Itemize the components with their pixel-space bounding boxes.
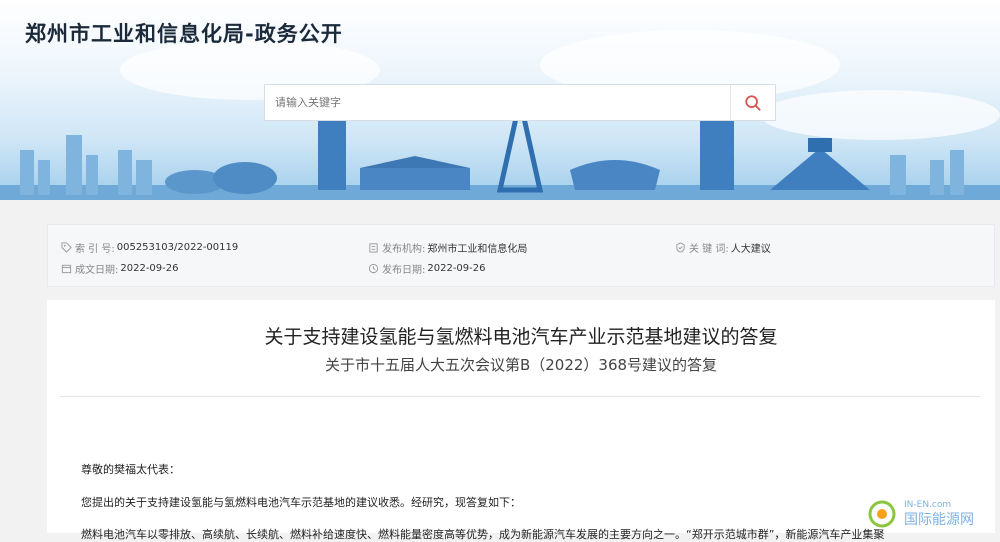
info-index-label: 索 引 号:	[75, 244, 115, 255]
article-content: 关于支持建设氢能与氢燃料电池汽车产业示范基地建议的答复 关于市十五届人大五次会议…	[47, 300, 995, 541]
info-published-date: 发布日期: 2022-09-26	[368, 261, 486, 276]
info-created-value: 2022-09-26	[120, 263, 179, 274]
watermark-domain: IN-EN.com	[904, 500, 951, 510]
search-input[interactable]	[265, 85, 731, 120]
clock-icon	[368, 263, 379, 274]
info-created-label: 成文日期:	[75, 265, 119, 276]
info-publisher: 发布机构: 郑州市工业和信息化局	[368, 240, 527, 255]
article-subtitle: 关于市十五届人大五次会议第B（2022）368号建议的答复	[324, 356, 718, 374]
salutation: 尊敬的樊福太代表：	[81, 463, 180, 476]
watermark-name: 国际能源网	[904, 512, 974, 528]
info-index-value: 005253103/2022-00119	[116, 242, 239, 253]
site-title[interactable]: 郑州市工业和信息化局-政务公开	[25, 18, 343, 48]
info-published-label: 发布日期:	[382, 265, 426, 276]
document-info-panel: 索 引 号: 005253103/2022-00119 发布机构: 郑州市工业和…	[47, 224, 995, 287]
info-keyword-label: 关 键 词:	[689, 244, 729, 255]
divider	[60, 396, 980, 397]
shield-check-icon	[676, 242, 685, 253]
info-created-date: 成文日期: 2022-09-26	[61, 261, 179, 276]
info-publisher-label: 发布机构:	[382, 244, 426, 255]
search-button[interactable]	[730, 85, 775, 120]
info-publisher-value: 郑州市工业和信息化局	[427, 244, 528, 255]
info-index: 索 引 号: 005253103/2022-00119	[61, 240, 238, 255]
info-published-value: 2022-09-26	[427, 263, 486, 274]
calendar-icon	[61, 264, 72, 274]
tag-icon	[61, 242, 72, 253]
paragraph-intro: 您提出的关于支持建设氢能与氢燃料电池汽车示范基地的建议收悉。经研究，现答复如下：	[81, 496, 521, 509]
building-icon	[369, 243, 378, 253]
info-keyword: 关 键 词: 人大建议	[675, 240, 771, 255]
paragraph-body: 燃料电池汽车以零排放、高续航、长续航、燃料补给速度快、燃料能量密度高等优势，成为…	[81, 528, 885, 541]
info-keyword-value: 人大建议	[730, 244, 771, 255]
search-bar[interactable]	[264, 84, 776, 121]
header-banner: 郑州市工业和信息化局-政务公开	[0, 0, 1000, 200]
article-title: 关于支持建设氢能与氢燃料电池汽车产业示范基地建议的答复	[264, 326, 778, 348]
search-icon	[745, 94, 761, 111]
watermark-logo: IN-EN.com 国际能源网	[868, 500, 974, 528]
